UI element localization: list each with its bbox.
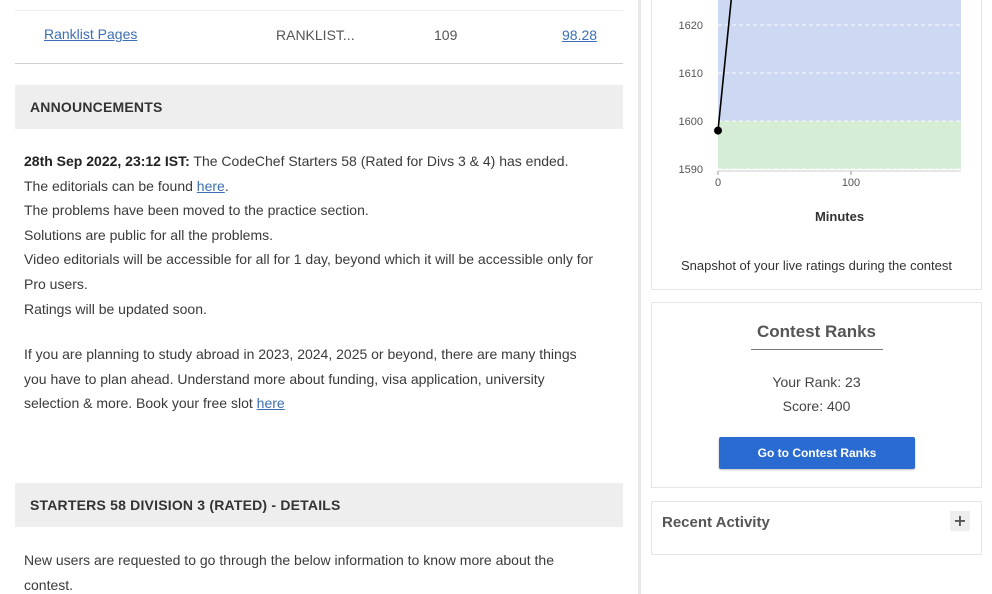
details-line: contest.: [24, 576, 74, 593]
y-tick-label: 1600: [679, 116, 703, 128]
announcement-line: Pro users.: [24, 275, 88, 292]
announcement-line: The problems have been moved to the prac…: [24, 202, 369, 219]
rating-band-1: [718, 0, 961, 121]
rating-chart-panel: 1590 1600 1610 1620 0 100 Minutes Snapshot of …: [651, 0, 982, 290]
rating-chart: 1590 1600 1610 1620 0 100 Minutes: [679, 0, 961, 224]
rating-band-0: [718, 121, 961, 169]
recent-activity-title: Recent Activity: [662, 514, 770, 531]
contest-ranks-panel: Contest Ranks Your Rank: 23 Score: 400 G…: [651, 302, 982, 488]
book-slot-link[interactable]: here: [257, 395, 285, 411]
details-header: STARTERS 58 DIVISION 3 (RATED) - DETAILS: [15, 483, 623, 527]
go-to-contest-ranks-button[interactable]: Go to Contest Ranks: [719, 437, 915, 469]
contest-ranks-title: Contest Ranks: [756, 322, 877, 341]
chart-caption: Snapshot of your live ratings during the…: [681, 258, 952, 273]
ranklist-count: 109: [434, 27, 458, 43]
main-content: Ranklist Pages RANKLIST... 109 98.28 ANN…: [0, 0, 638, 594]
rating-point: [714, 126, 722, 135]
study-line: If you are planning to study abroad in 2…: [24, 346, 577, 362]
study-line: selection & more. Book your free slot: [24, 395, 257, 412]
score-text: Score: 400: [782, 398, 851, 414]
details-body: New users are requested to go through th…: [24, 548, 622, 594]
ranklist-row: Ranklist Pages RANKLIST... 109 98.28: [15, 10, 623, 64]
announcement-line: .: [224, 177, 229, 194]
study-line: you have to plan ahead. Understand more …: [24, 370, 545, 387]
announcement-line: The CodeChef Starters 58 (Rated for Divs…: [189, 153, 569, 169]
title-underline: [751, 349, 883, 350]
expand-plus-icon[interactable]: +: [950, 511, 970, 531]
recent-activity-panel: Recent Activity +: [651, 501, 982, 555]
announcement-date: 28th Sep 2022, 23:12 IST:: [24, 153, 190, 169]
announcement-line: Video editorials will be accessible for …: [24, 251, 594, 268]
announcements-body: 28th Sep 2022, 23:12 IST: The CodeChef S…: [24, 149, 622, 321]
ranklist-pages-link[interactable]: Ranklist Pages: [44, 26, 137, 42]
x-tick-label: 100: [842, 177, 860, 189]
ranklist-code: RANKLIST...: [276, 27, 355, 43]
ranklist-accuracy-link[interactable]: 98.28: [562, 27, 597, 43]
your-rank-text: Your Rank: 23: [772, 374, 861, 390]
study-abroad-text: If you are planning to study abroad in 2…: [24, 342, 622, 416]
column-divider: [638, 0, 641, 594]
x-axis-title: Minutes: [815, 209, 864, 224]
y-tick-label: 1620: [679, 20, 703, 32]
announcement-line: Ratings will be updated soon.: [24, 300, 207, 317]
announcement-line: Solutions are public for all the problem…: [24, 226, 274, 243]
y-tick-label: 1610: [679, 68, 703, 80]
y-tick-label: 1590: [679, 164, 703, 176]
editorials-link[interactable]: here: [197, 178, 225, 194]
announcements-header: ANNOUNCEMENTS: [15, 85, 623, 129]
x-tick-label: 0: [715, 177, 721, 189]
announcement-line: The editorials can be found: [24, 177, 197, 194]
details-line: New users are requested to go through th…: [24, 552, 554, 568]
